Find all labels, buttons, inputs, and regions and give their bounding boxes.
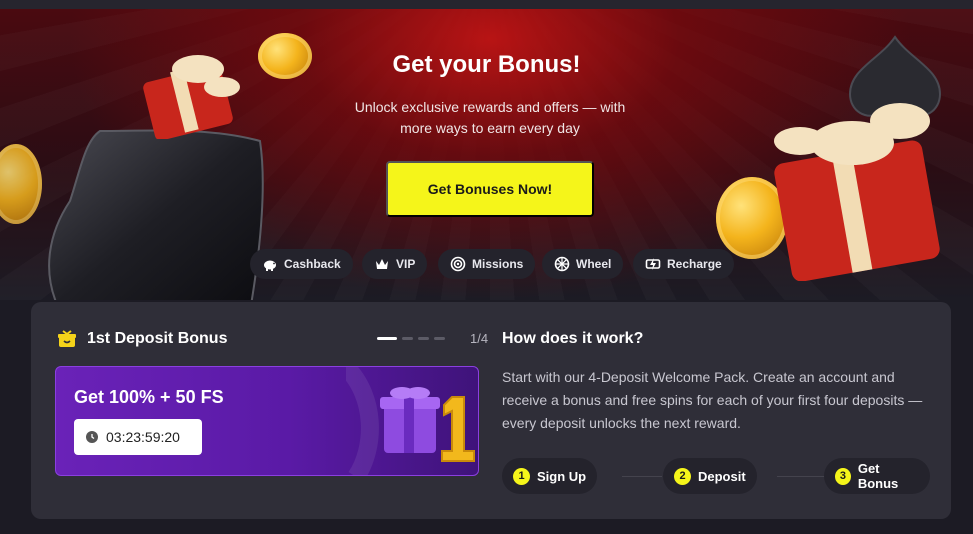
chip-label: Cashback (284, 257, 341, 271)
wheel-icon (554, 256, 570, 272)
how-it-works-text: Start with our 4-Deposit Welcome Pack. C… (502, 369, 923, 431)
gold-coin-decoration (0, 144, 42, 224)
chip-label: Recharge (667, 257, 722, 271)
promo-title: Get 100% + 50 FS (74, 387, 224, 407)
deposit-bonus-panel: 1st Deposit Bonus 1/4 Get 100% + 50 FS 0… (31, 302, 951, 519)
step-label: Get Bonus (857, 461, 899, 491)
gift-number-one-icon (346, 367, 475, 475)
step-deposit[interactable]: 2 Deposit (663, 458, 757, 494)
bonus-category-chips: Cashback VIP Missions Wheel Recharge (0, 249, 973, 279)
bonus-header: 1st Deposit Bonus (57, 328, 227, 350)
recharge-icon (645, 258, 661, 270)
hero-subtitle: Unlock exclusive rewards and offers — wi… (354, 99, 626, 136)
promo-card[interactable]: Get 100% + 50 FS 03:23:59:20 (55, 366, 479, 476)
target-icon (450, 256, 466, 272)
step-get-bonus[interactable]: 3 Get Bonus (824, 458, 930, 494)
step-connector (622, 476, 662, 477)
countdown-timer: 03:23:59:20 (74, 419, 202, 455)
chip-wheel[interactable]: Wheel (542, 249, 624, 279)
piggy-bank-icon (264, 260, 276, 271)
crown-icon (376, 259, 388, 269)
hero-title: Get your Bonus! (392, 51, 581, 78)
pager-count: 1/4 (470, 331, 489, 346)
clock-icon (86, 431, 98, 443)
step-connector (777, 476, 825, 477)
pager-dot[interactable] (402, 337, 413, 340)
step-number: 2 (674, 467, 691, 485)
step-label: Sign Up (537, 468, 587, 484)
step-number: 3 (835, 467, 851, 485)
bonus-hero-banner: Get your Bonus! Unlock exclusive rewards… (0, 9, 973, 300)
chip-label: VIP (396, 257, 416, 271)
get-bonuses-button[interactable]: Get Bonuses Now! (386, 161, 594, 217)
carousel-pager: 1/4 (377, 331, 488, 346)
bonus-title: 1st Deposit Bonus (87, 330, 228, 347)
pager-dot-active[interactable] (377, 337, 397, 340)
chip-vip[interactable]: VIP (362, 249, 428, 279)
step-sign-up[interactable]: 1 Sign Up (502, 458, 598, 494)
chip-missions[interactable]: Missions (438, 249, 536, 279)
how-it-works-title: How does it work? (502, 330, 644, 347)
step-label: Deposit (698, 468, 746, 484)
pager-dot[interactable] (434, 337, 445, 340)
chip-recharge[interactable]: Recharge (633, 249, 734, 279)
gift-icon (58, 330, 76, 347)
chip-cashback[interactable]: Cashback (250, 249, 353, 279)
top-bar (0, 0, 973, 9)
pager-dot[interactable] (418, 337, 429, 340)
step-number: 1 (513, 467, 530, 485)
steps-row: 1 Sign Up 2 Deposit 3 Get Bonus (502, 458, 930, 494)
timer-value: 03:23:59:20 (106, 429, 180, 445)
chip-label: Missions (472, 257, 524, 271)
chip-label: Wheel (576, 257, 612, 271)
